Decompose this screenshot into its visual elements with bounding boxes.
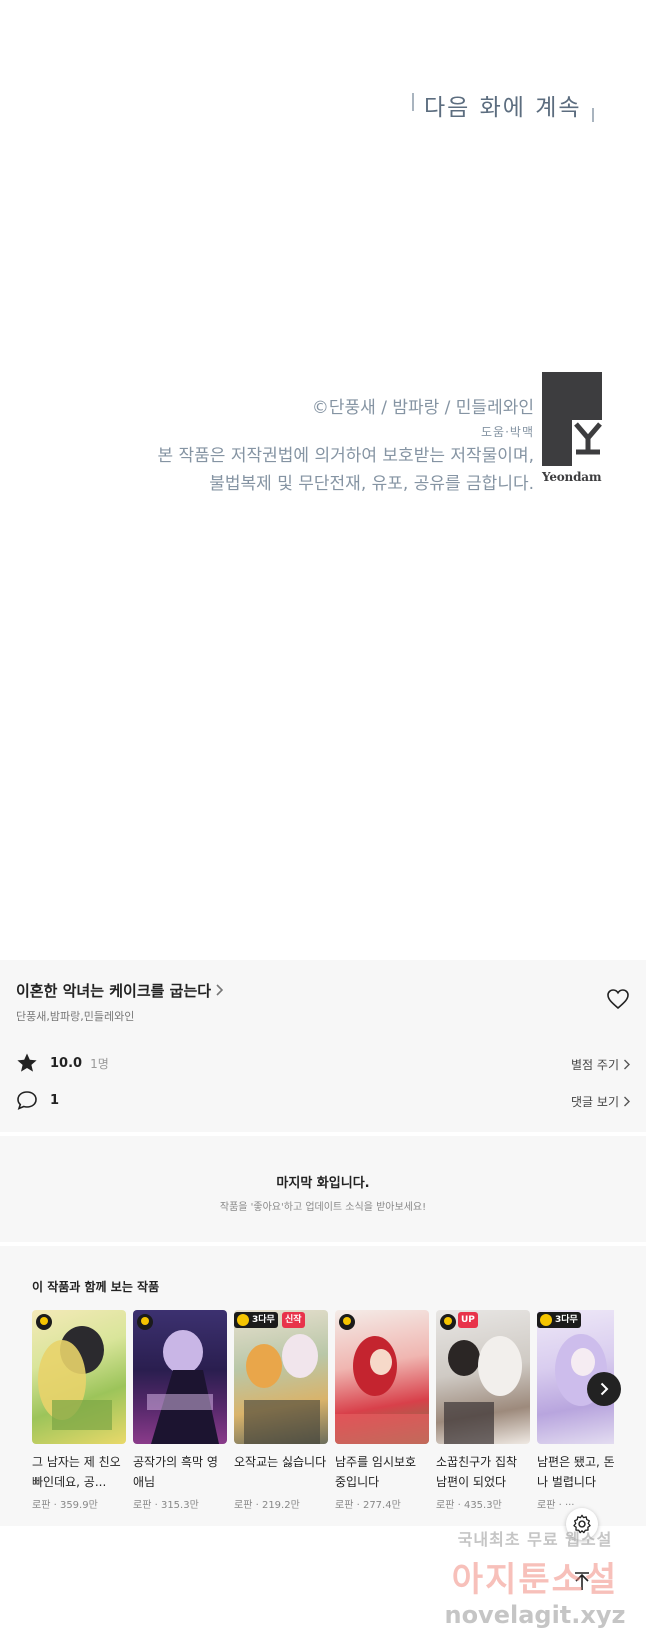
chevron-right-icon [215, 982, 224, 1000]
comments-row: 1 [16, 1089, 59, 1111]
rec-title[interactable]: 소꿉친구가 집착 남편이 되었다 [436, 1452, 530, 1492]
logo-block [542, 372, 602, 466]
series-title-link[interactable]: 이혼한 악녀는 케이크를 굽는다 [16, 980, 224, 1001]
rec-card[interactable]: 3다무 남편은 됐고, 돈이나 벌렵니다 로판 · ··· [537, 1310, 614, 1511]
series-title[interactable]: 이혼한 악녀는 케이크를 굽는다 [16, 980, 211, 1001]
rec-card[interactable]: 공작가의 흑막 영애님 로판 · 315.3만 [133, 1310, 227, 1511]
rec-title[interactable]: 공작가의 흑막 영애님 [133, 1452, 227, 1492]
caption-bar-left [412, 93, 414, 111]
view-comments-button[interactable]: 댓글 보기 [571, 1093, 630, 1110]
arrow-up-icon [575, 1572, 589, 1590]
series-info-panel: 이혼한 악녀는 케이크를 굽는다 단풍새,밤파랑,민들레와인 10.0 1명 별… [0, 960, 646, 1132]
rec-card[interactable]: 3다무 신작 오작교는 싫습니다 로판 · 219.2만 [234, 1310, 328, 1511]
notice-subtitle: 작품을 '좋아요'하고 업데이트 소식을 받아보세요! [219, 1202, 427, 1213]
rating-count: 1명 [90, 1056, 109, 1071]
yeondam-logo: Yeondam [542, 372, 602, 490]
last-episode-notice: 마지막 화입니다. 작품을 '좋아요'하고 업데이트 소식을 받아보세요! [0, 1136, 646, 1242]
rec-card[interactable]: 남주를 임시보호 중입니다 로판 · 277.4만 [335, 1310, 429, 1511]
recommendations-section: 이 작품과 함께 보는 작품 그 남자는 제 친오빠인데요, 공... 로판 ·… [0, 1246, 646, 1526]
copyright-authors: ©단풍새 / 밤파랑 / 민들레와인 [311, 398, 534, 418]
wait-free-badge [36, 1314, 52, 1330]
settings-button[interactable] [566, 1508, 598, 1540]
rating-value: 10.0 [50, 1055, 83, 1071]
carousel-next-button[interactable] [587, 1372, 621, 1406]
wait-free-3-badge: 3다무 [537, 1312, 581, 1328]
next-episode-caption: 다음 화에 계속 [412, 88, 594, 122]
next-episode-text: 다음 화에 계속 [424, 95, 582, 121]
watermark-line-1: 국내최초 무료 웹소설 [457, 1530, 613, 1549]
rec-thumbnail[interactable] [335, 1310, 429, 1444]
copyright-notice-2: 불법복제 및 무단전재, 유포, 공유를 금합니다. [209, 474, 534, 494]
chevron-right-icon [624, 1059, 630, 1070]
star-icon [17, 1053, 37, 1072]
rec-meta: 로판 · 277.4만 [335, 1500, 401, 1511]
wait-free-badge [440, 1314, 456, 1330]
rec-title[interactable]: 그 남자는 제 친오빠인데요, 공... [32, 1452, 126, 1492]
rec-card[interactable]: 그 남자는 제 친오빠인데요, 공... 로판 · 359.9만 [32, 1310, 126, 1511]
comic-end-panel: 다음 화에 계속 ©단풍새 / 밤파랑 / 민들레와인 도움·박맥 본 작품은 … [0, 0, 646, 960]
rec-meta: 로판 · 219.2만 [234, 1500, 300, 1511]
gear-icon [573, 1514, 591, 1534]
notice-title: 마지막 화입니다. [276, 1176, 370, 1191]
copyright-notice-1: 본 작품은 저작권법에 의거하여 보호받는 저작물이며, [157, 446, 534, 466]
rec-thumbnail[interactable] [133, 1310, 227, 1444]
rec-thumbnail[interactable] [32, 1310, 126, 1444]
rec-thumbnail[interactable]: 3다무 신작 [234, 1310, 328, 1444]
wait-free-badge [339, 1314, 355, 1330]
copyright-assist: 도움·박맥 [481, 425, 534, 439]
new-badge: 신작 [282, 1312, 305, 1328]
recommendations-heading: 이 작품과 함께 보는 작품 [32, 1280, 160, 1294]
view-comments-label: 댓글 보기 [571, 1095, 619, 1109]
chevron-right-icon [600, 1382, 609, 1396]
rec-thumbnail[interactable]: UP [436, 1310, 530, 1444]
rec-meta: 로판 · 359.9만 [32, 1500, 98, 1511]
recommendations-carousel[interactable]: 그 남자는 제 친오빠인데요, 공... 로판 · 359.9만 공작가의 흑막… [32, 1310, 614, 1520]
watermark-line-2: 아지툰소설 [451, 1560, 619, 1600]
logo-mark [542, 372, 602, 466]
comments-count: 1 [50, 1092, 60, 1108]
series-authors: 단풍새,밤파랑,민들레와인 [16, 1010, 135, 1023]
watermark-line-3: novelagit.xyz [444, 1601, 626, 1629]
like-heart-icon[interactable] [606, 988, 630, 1010]
wait-free-badge [137, 1314, 153, 1330]
rec-card[interactable]: UP 소꿉친구가 집착 남편이 되었다 로판 · 435.3만 [436, 1310, 530, 1511]
rating-row: 10.0 1명 [16, 1052, 109, 1074]
rec-title[interactable]: 오작교는 싫습니다 [234, 1452, 328, 1492]
rate-button[interactable]: 별점 주기 [571, 1056, 630, 1073]
site-watermark: 국내최초 무료 웹소설 아지툰소설 novelagit.xyz [430, 1526, 640, 1642]
scroll-to-top-button[interactable] [568, 1568, 596, 1596]
copyright-block: ©단풍새 / 밤파랑 / 민들레와인 도움·박맥 본 작품은 저작권법에 의거하… [157, 394, 534, 498]
chevron-right-icon [624, 1096, 630, 1107]
rec-title[interactable]: 남편은 됐고, 돈이나 벌렵니다 [537, 1452, 614, 1492]
rec-meta: 로판 · 315.3만 [133, 1500, 199, 1511]
wait-free-3-badge: 3다무 [234, 1312, 278, 1328]
rate-button-label: 별점 주기 [571, 1058, 619, 1072]
logo-wordmark: Yeondam [542, 470, 602, 484]
rec-title[interactable]: 남주를 임시보호 중입니다 [335, 1452, 429, 1492]
caption-bar-right [591, 108, 594, 122]
up-badge: UP [458, 1312, 478, 1328]
rec-meta: 로판 · 435.3만 [436, 1500, 502, 1511]
comment-bubble-icon [17, 1091, 37, 1110]
